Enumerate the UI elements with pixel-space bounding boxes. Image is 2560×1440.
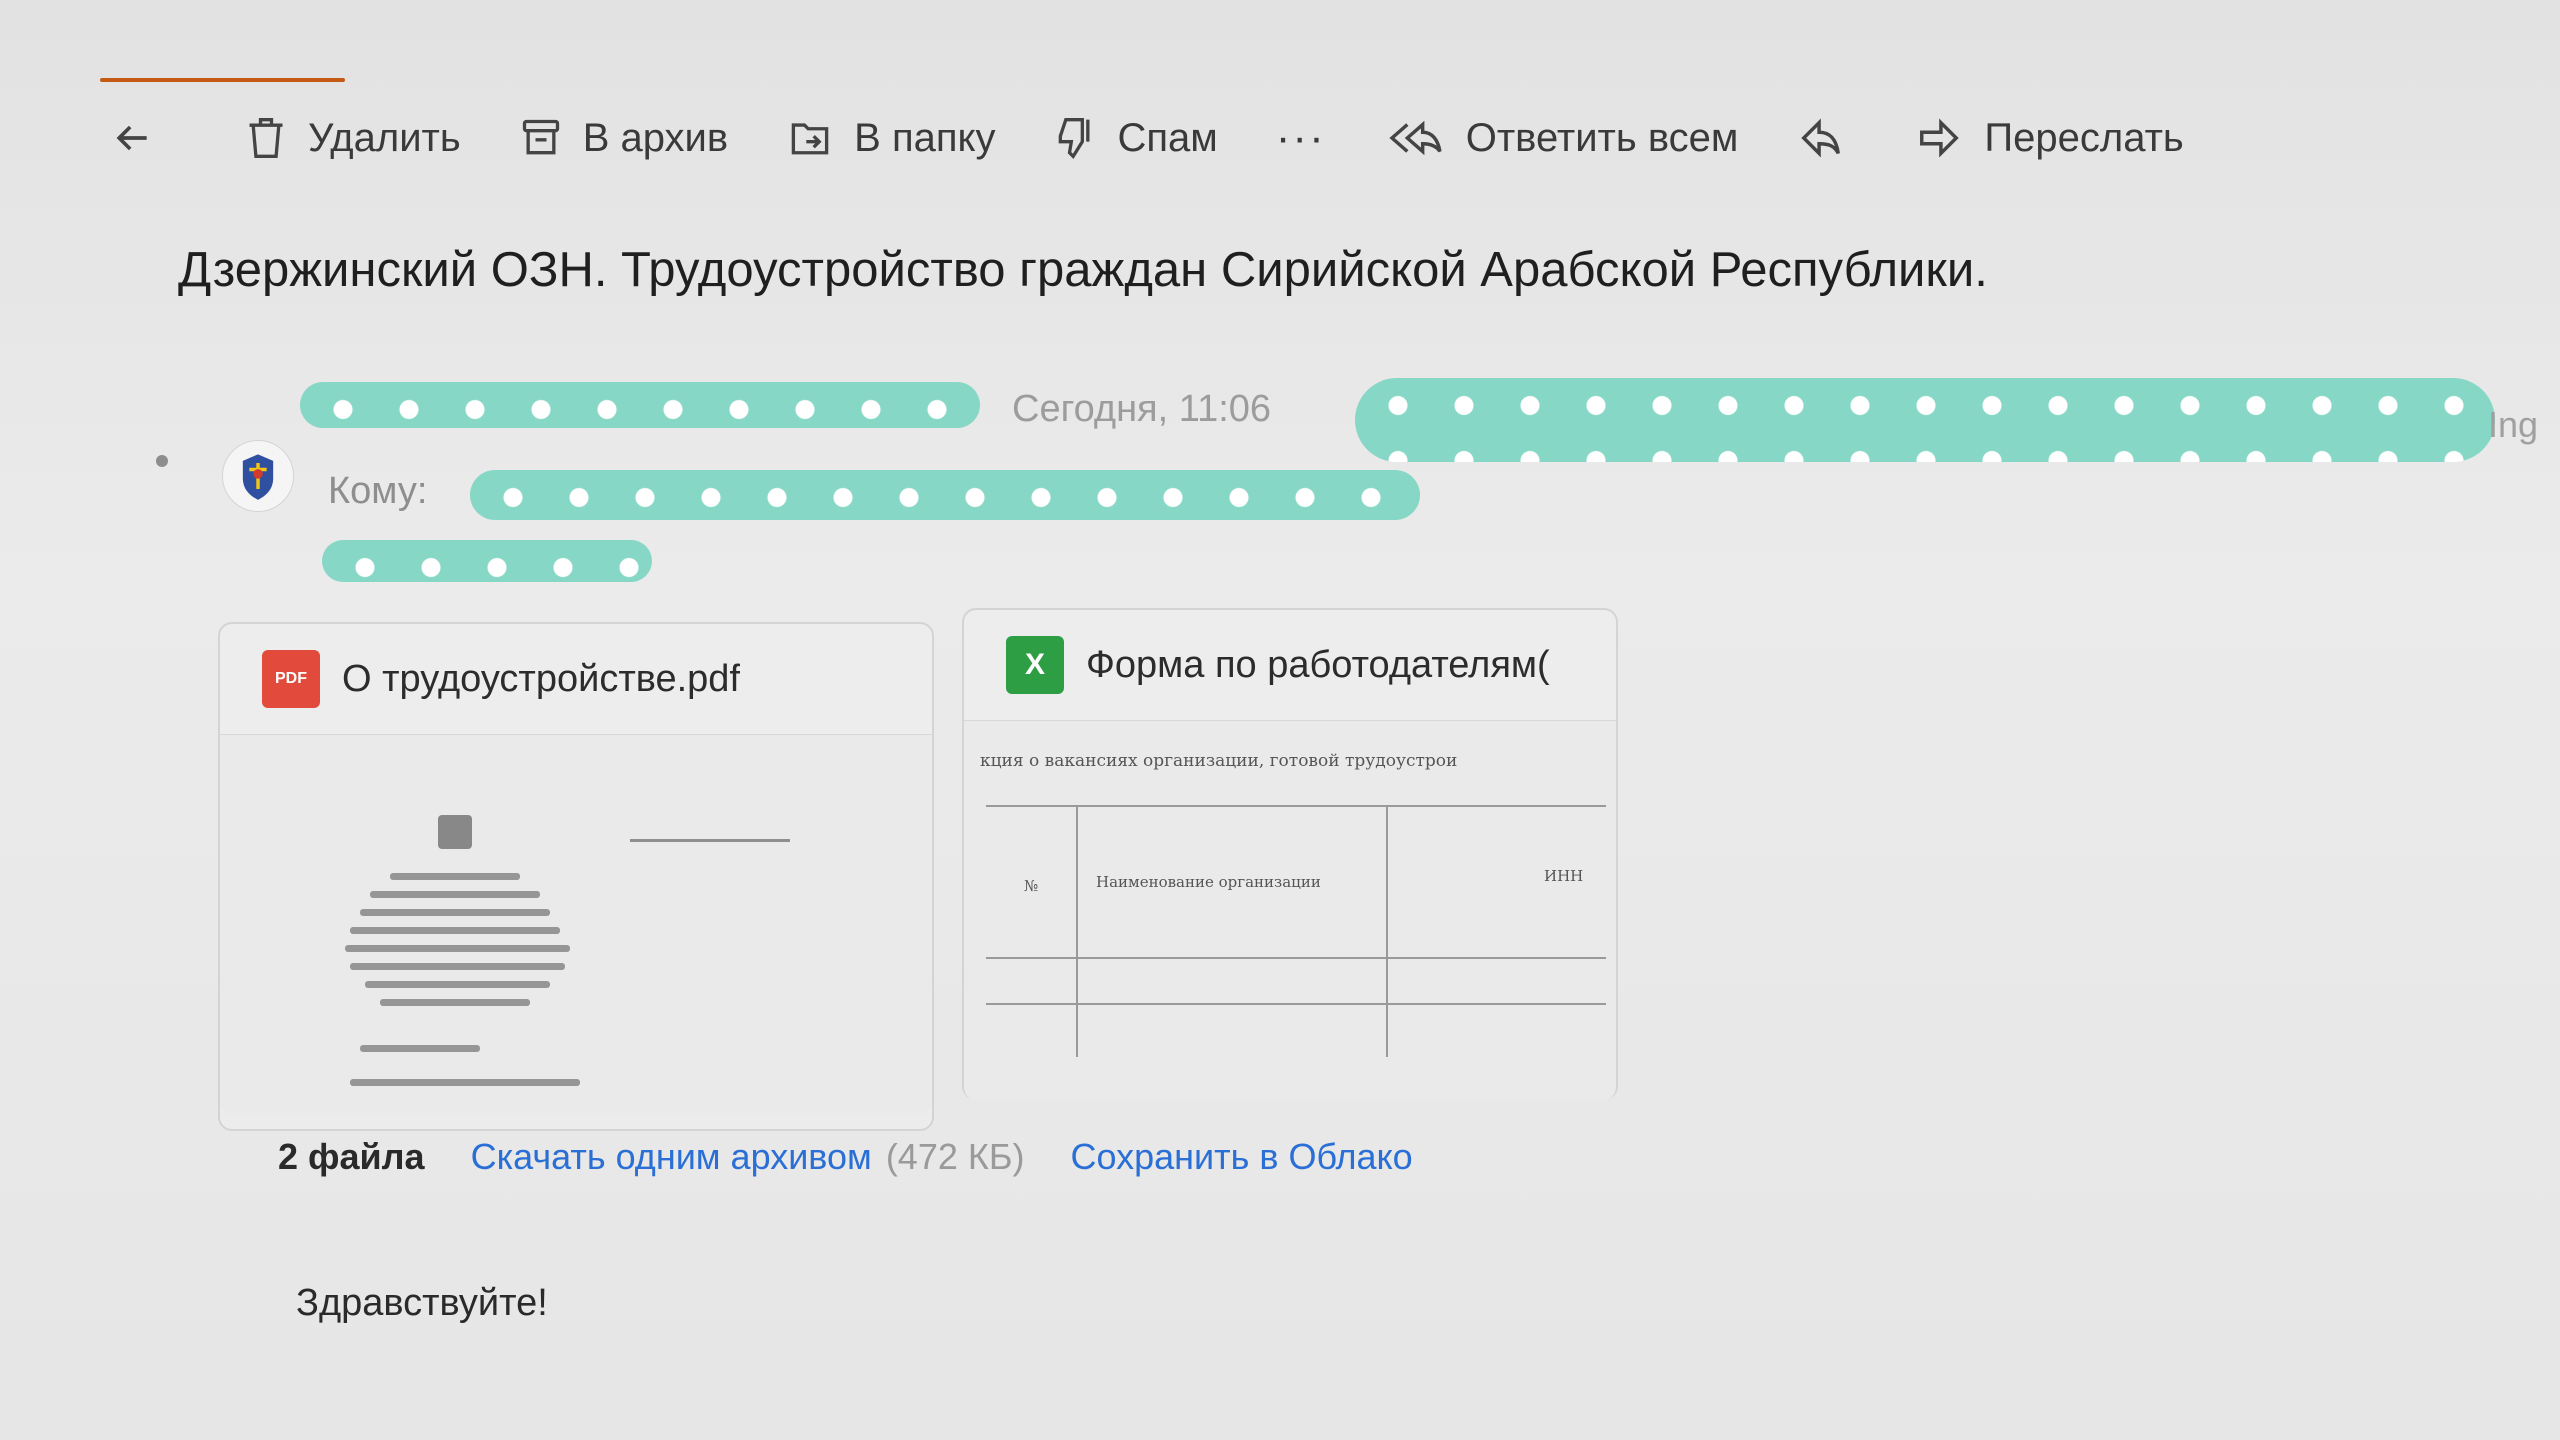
spam-label: Спам (1117, 115, 1218, 160)
reply-all-label: Ответить всем (1465, 115, 1739, 160)
document-text-line (370, 891, 540, 898)
attachment-header: PDF О трудоустройстве.pdf (220, 624, 932, 735)
archive-button[interactable]: В архив (519, 115, 728, 161)
reply-all-icon (1384, 115, 1446, 161)
archive-size: (472 КБ) (885, 1136, 1025, 1177)
folder-move-icon (786, 115, 834, 161)
reply-button[interactable] (1796, 115, 1866, 161)
attachment-card-pdf[interactable]: PDF О трудоустройстве.pdf (218, 622, 934, 1131)
archive-label: В архив (582, 115, 729, 160)
attachments-count: 2 файла (278, 1136, 425, 1177)
attachments-footer: 2 файла Скачать одним архивом (472 КБ) С… (278, 1136, 1413, 1178)
excel-file-icon: X (1006, 636, 1064, 694)
document-text-line (365, 981, 550, 988)
move-to-folder-label: В папку (854, 115, 996, 160)
letter-body-greeting: Здравствуйте! (296, 1282, 548, 1324)
table-gridline (1076, 807, 1078, 1057)
truncated-edge-text: Ing (2488, 404, 2539, 445)
document-text-line (360, 1045, 480, 1052)
arrow-left-icon (110, 116, 154, 160)
recipient-extra-redacted (322, 540, 652, 582)
reply-icon (1796, 115, 1846, 161)
attachment-header: X Форма по работодателям( (964, 610, 1616, 721)
document-text-line (380, 999, 530, 1006)
document-text-line (390, 873, 520, 880)
attachment-card-xls[interactable]: X Форма по работодателям( кция о ваканси… (962, 608, 1618, 1101)
document-text-line (350, 963, 565, 970)
recipient-redacted (470, 470, 1420, 520)
forward-button[interactable]: Переслать (1914, 115, 2184, 161)
letter-subject: Дзержинский ОЗН. Трудоустройство граждан… (178, 243, 1988, 297)
trash-icon (244, 114, 288, 162)
unread-status-dot[interactable] (156, 455, 168, 467)
save-to-cloud-link[interactable]: Сохранить в Облако (1070, 1136, 1412, 1178)
more-button[interactable]: ··· (1276, 113, 1326, 163)
reply-all-button[interactable]: Ответить всем (1384, 115, 1739, 161)
move-to-folder-button[interactable]: В папку (786, 115, 995, 161)
table-gridline (986, 1003, 1606, 1005)
attachment-preview[interactable]: кция о вакансиях организации, готовой тр… (964, 721, 1616, 1101)
sender-details-redacted (1355, 378, 2495, 462)
active-tab-indicator (100, 78, 345, 82)
coat-of-arms-icon (242, 454, 274, 500)
document-emblem-icon (438, 815, 472, 849)
spreadsheet-caption: кция о вакансиях организации, готовой тр… (980, 751, 1458, 771)
document-line (630, 839, 790, 842)
attachment-name: Форма по работодателям( (1086, 643, 1550, 686)
delete-label: Удалить (308, 115, 461, 160)
delete-button[interactable]: Удалить (244, 114, 461, 162)
back-button[interactable] (110, 116, 174, 160)
sender-name-redacted (300, 382, 980, 428)
table-gridline (986, 957, 1606, 959)
table-header-inn: ИНН (1544, 867, 1584, 885)
download-archive-link[interactable]: Скачать одним архивом (471, 1136, 872, 1178)
recipient-label: Кому: (328, 470, 428, 512)
forward-label: Переслать (1984, 115, 2184, 160)
more-dots-icon: ··· (1275, 113, 1326, 162)
document-text-line (350, 927, 560, 934)
letter-date: Сегодня, 11:06 (1012, 388, 1272, 430)
document-text-line (350, 1079, 580, 1086)
sender-avatar[interactable] (222, 440, 294, 512)
archive-icon (519, 115, 563, 161)
table-header-org-name: Наименование организации (1096, 873, 1321, 891)
pdf-file-icon: PDF (262, 650, 320, 708)
attachment-preview[interactable] (220, 735, 932, 1115)
table-header-number: № (1024, 877, 1039, 895)
attachment-name: О трудоустройстве.pdf (342, 657, 740, 700)
spam-button[interactable]: Спам (1053, 114, 1218, 162)
letter-toolbar: Удалить В архив В папку Спам ··· Ответит… (110, 98, 2410, 178)
spreadsheet-preview-table: № Наименование организации ИНН (986, 805, 1606, 1057)
document-text-line (360, 909, 550, 916)
forward-icon (1914, 115, 1964, 161)
document-text-line (345, 945, 570, 952)
thumb-down-icon (1053, 114, 1097, 162)
table-gridline (1386, 807, 1388, 1057)
